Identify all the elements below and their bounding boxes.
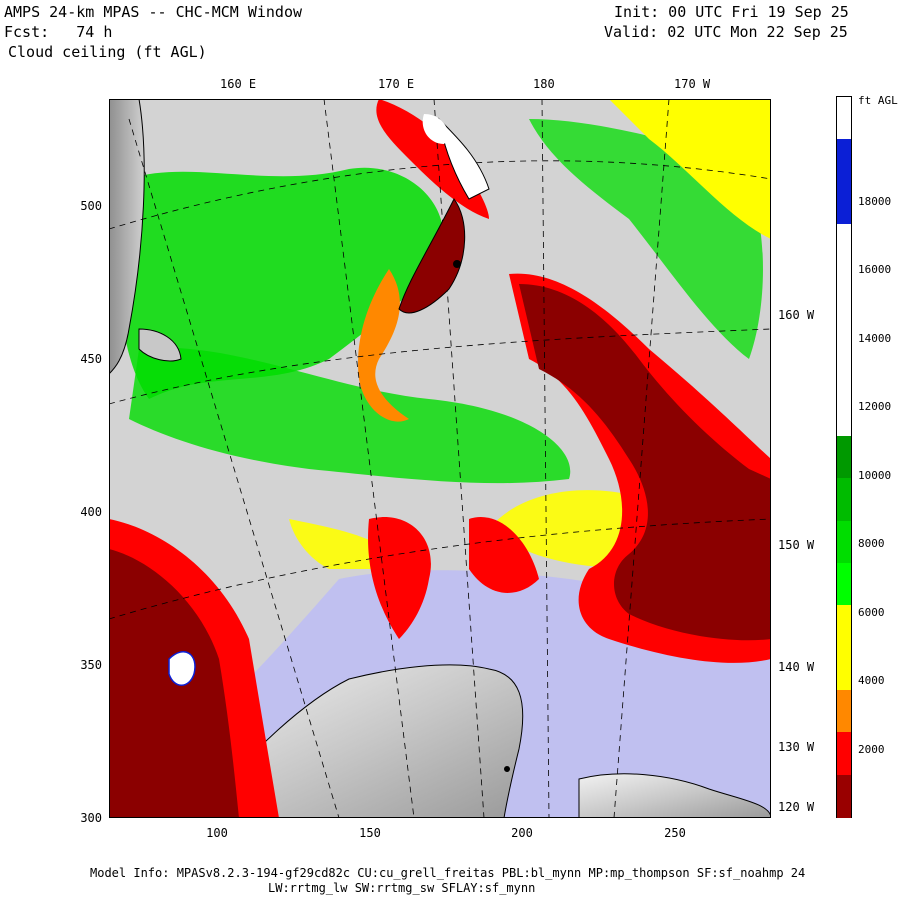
colorbar-segment xyxy=(837,224,851,268)
y-tick-300: 300 xyxy=(80,811,102,825)
forecast-hour: Fcst: 74 h xyxy=(4,23,113,41)
colorbar-segment xyxy=(837,774,851,819)
y-tick-500: 500 xyxy=(80,199,102,213)
map-title: AMPS 24-km MPAS -- CHC-MCM Window xyxy=(4,3,303,21)
colorbar-segment xyxy=(837,181,851,226)
colorbar xyxy=(836,96,852,819)
colorbar-segment xyxy=(837,732,851,777)
colorbar-label-12000: 12000 xyxy=(858,400,892,413)
colorbar-label-8000: 8000 xyxy=(858,537,885,550)
x-tick-200: 200 xyxy=(511,826,533,840)
colorbar-segment xyxy=(837,689,851,734)
colorbar-segment xyxy=(837,478,851,522)
model-info-line2: LW:rrtmg_lw SW:rrtmg_sw SFLAY:sf_mynn xyxy=(268,881,536,895)
colorbar-segment xyxy=(837,605,851,650)
colorbar-unit: ft AGL xyxy=(858,94,898,107)
lon-label-150w: 150 W xyxy=(778,538,815,552)
y-tick-400: 400 xyxy=(80,505,102,519)
lon-label-130w: 130 W xyxy=(778,740,815,754)
colorbar-label-4000: 4000 xyxy=(858,674,885,687)
lon-label-170w: 170 W xyxy=(674,77,711,91)
colorbar-label-14000: 14000 xyxy=(858,332,892,345)
colorbar-segment xyxy=(837,435,851,480)
colorbar-segment xyxy=(837,139,851,184)
colorbar-segment xyxy=(837,647,851,692)
colorbar-label-10000: 10000 xyxy=(858,469,892,482)
colorbar-segment xyxy=(837,266,851,311)
lon-label-140w: 140 W xyxy=(778,660,815,674)
model-info-line1: Model Info: MPASv8.2.3-194-gf29cd82c CU:… xyxy=(90,866,806,880)
colorbar-segment xyxy=(837,351,851,395)
station-marker-2 xyxy=(504,766,510,772)
x-tick-100: 100 xyxy=(206,826,228,840)
colorbar-segment xyxy=(837,393,851,438)
colorbar-segment xyxy=(837,97,851,141)
field-name: Cloud ceiling (ft AGL) xyxy=(8,43,207,61)
colorbar-label-6000: 6000 xyxy=(858,606,885,619)
valid-time: Valid: 02 UTC Mon 22 Sep 25 xyxy=(604,23,848,41)
colorbar-label-2000: 2000 xyxy=(858,743,885,756)
lon-label-180: 180 xyxy=(533,77,555,91)
colorbar-segment xyxy=(837,562,851,607)
y-tick-450: 450 xyxy=(80,352,102,366)
white-cloud-patch xyxy=(168,651,196,686)
y-tick-350: 350 xyxy=(80,658,102,672)
station-marker-1 xyxy=(453,260,461,268)
x-tick-150: 150 xyxy=(359,826,381,840)
colorbar-label-16000: 16000 xyxy=(858,263,892,276)
x-tick-250: 250 xyxy=(664,826,686,840)
colorbar-segment xyxy=(837,308,851,353)
lon-label-120w: 120 W xyxy=(778,800,815,814)
colorbar-label-18000: 18000 xyxy=(858,195,892,208)
colorbar-segment xyxy=(837,520,851,565)
lon-label-160w: 160 W xyxy=(778,308,815,322)
lon-label-160e: 160 E xyxy=(220,77,257,91)
cloud-ceiling-map xyxy=(109,99,771,818)
init-time: Init: 00 UTC Fri 19 Sep 25 xyxy=(614,3,849,21)
lon-label-170e: 170 E xyxy=(378,77,415,91)
